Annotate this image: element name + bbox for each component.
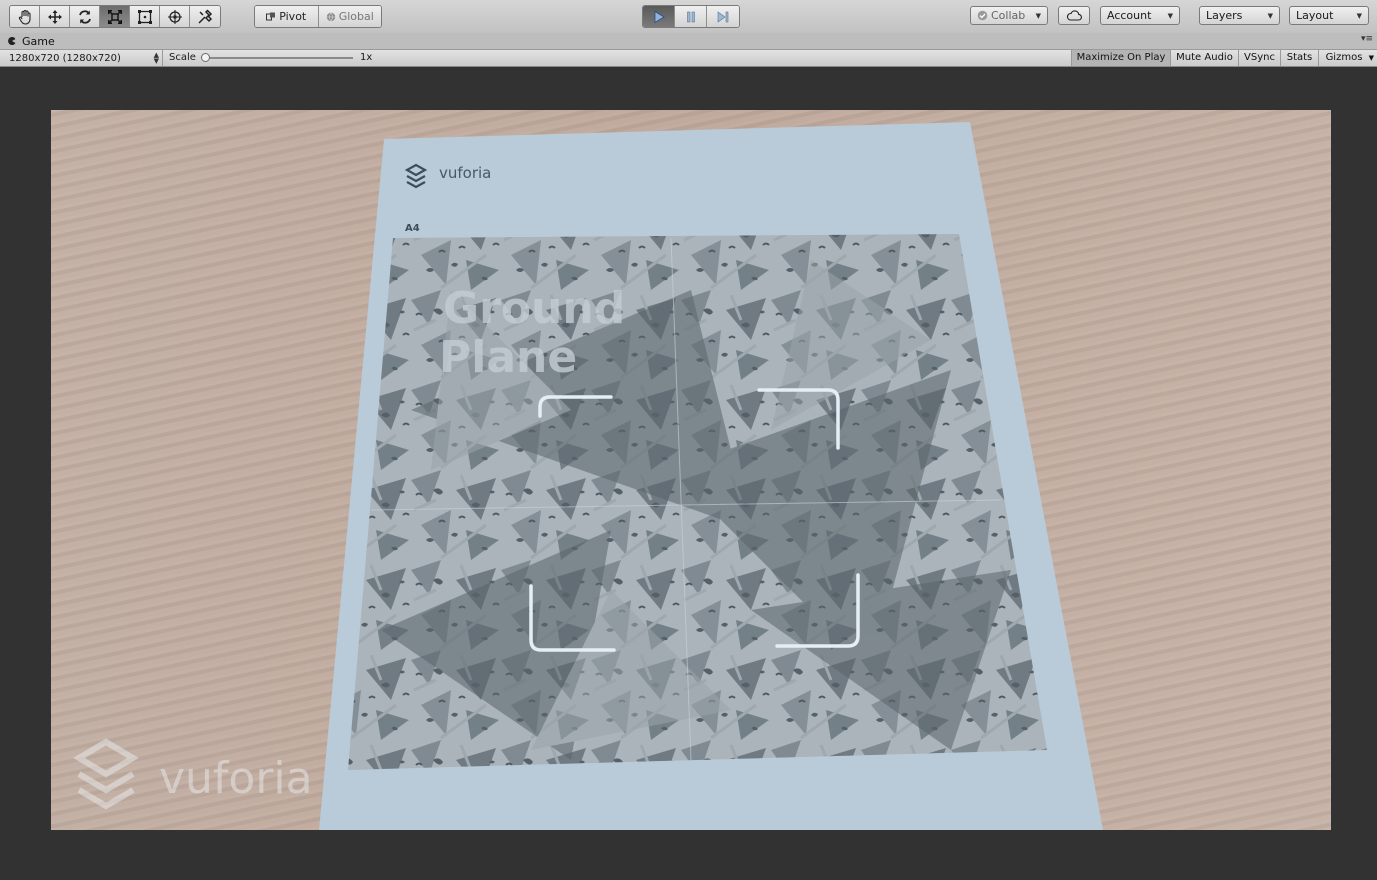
scale-label: Scale <box>169 52 196 63</box>
cloud-services-button[interactable] <box>1058 6 1090 25</box>
main-toolbar: Pivot Global Collab ▼ Account ▼ Layers ▼… <box>0 0 1377 34</box>
layers-label: Layers <box>1206 9 1243 22</box>
rect-transform-icon <box>137 9 152 24</box>
play-icon <box>654 10 665 23</box>
tab-options-menu-icon[interactable]: ▾≡ <box>1361 34 1373 44</box>
checkmark-circle-icon <box>977 10 988 21</box>
hand-icon <box>18 9 31 25</box>
collab-dropdown[interactable]: Collab ▼ <box>970 6 1048 25</box>
vsync-toggle[interactable]: VSync <box>1238 50 1280 66</box>
scale-slider-thumb[interactable] <box>201 53 210 62</box>
step-icon <box>717 10 729 23</box>
account-label: Account <box>1107 9 1152 22</box>
global-button[interactable]: Global <box>318 6 381 27</box>
play-controls-group <box>642 5 740 28</box>
rotate-tool-button[interactable] <box>70 6 100 27</box>
game-viewport: vuforia A4 Ground Plane vuforia <box>0 67 1377 880</box>
ar-camera-feed[interactable]: vuforia A4 Ground Plane vuforia <box>51 110 1331 830</box>
game-view-toolbar: 1280x720 (1280x720) ▲ ▼ Scale 1x Maximize… <box>0 50 1377 67</box>
pivot-label: Pivot <box>279 10 307 23</box>
tab-bar: Game ▾≡ <box>0 33 1377 50</box>
hand-tool-button[interactable] <box>10 6 40 27</box>
layers-dropdown[interactable]: Layers ▼ <box>1199 6 1280 25</box>
up-down-arrows-icon: ▲ ▼ <box>153 51 159 65</box>
scale-slider-track[interactable] <box>204 57 353 59</box>
rotate-icon <box>78 9 91 24</box>
globe-icon <box>326 12 335 21</box>
maximize-on-play-toggle[interactable]: Maximize On Play <box>1071 50 1170 66</box>
cloud-icon <box>1066 10 1082 21</box>
transform-tool-button[interactable] <box>160 6 190 27</box>
pivot-icon <box>266 12 276 20</box>
layout-label: Layout <box>1296 9 1334 22</box>
gizmos-label: Gizmos <box>1325 52 1363 63</box>
account-dropdown[interactable]: Account ▼ <box>1100 6 1180 25</box>
move-tool-button[interactable] <box>40 6 70 27</box>
vuforia-watermark: vuforia <box>73 738 313 810</box>
target-title-line2: Plane <box>439 332 577 383</box>
paper-size-label: A4 <box>405 223 420 234</box>
gizmos-dropdown[interactable]: Gizmos ▼ <box>1318 50 1377 66</box>
tab-game[interactable]: Game <box>0 33 61 49</box>
paper-logo-text: vuforia <box>439 164 491 182</box>
scale-value: 1x <box>360 52 373 63</box>
target-title-line1: Ground <box>443 283 625 334</box>
resolution-dropdown[interactable]: 1280x720 (1280x720) ▲ ▼ <box>0 50 163 66</box>
pivot-button[interactable]: Pivot <box>255 6 319 27</box>
pause-button[interactable] <box>675 6 707 27</box>
chevron-down-icon: ▼ <box>1035 11 1041 20</box>
scale-tool-button[interactable] <box>100 6 130 27</box>
ground-plane-target-image: Ground Plane <box>348 234 1047 770</box>
transform-gizmo-icon <box>167 9 182 24</box>
step-button[interactable] <box>707 6 739 27</box>
game-controller-icon <box>8 37 16 45</box>
chevron-down-icon: ▼ <box>1368 54 1374 62</box>
scale-icon <box>107 9 122 24</box>
collab-label: Collab <box>991 9 1026 22</box>
stats-toggle[interactable]: Stats <box>1280 50 1318 66</box>
layout-dropdown[interactable]: Layout ▼ <box>1289 6 1369 25</box>
pause-icon <box>686 11 695 22</box>
resolution-value: 1280x720 (1280x720) <box>9 52 121 64</box>
chevron-down-icon: ▼ <box>1267 11 1273 20</box>
move-arrows-icon <box>47 9 62 24</box>
chevron-down-icon: ▼ <box>1167 11 1173 20</box>
ar-scene: vuforia A4 Ground Plane vuforia <box>73 122 1103 830</box>
watermark-text: vuforia <box>159 753 313 804</box>
custom-tool-button[interactable] <box>190 6 220 27</box>
transform-tools-group <box>9 5 221 28</box>
play-button[interactable] <box>643 6 675 27</box>
pivot-toggle-group: Pivot Global <box>254 5 382 28</box>
rect-tool-button[interactable] <box>130 6 160 27</box>
mute-audio-toggle[interactable]: Mute Audio <box>1170 50 1238 66</box>
global-label: Global <box>338 10 374 23</box>
tab-game-label: Game <box>22 34 55 48</box>
chevron-down-icon: ▼ <box>1356 11 1362 20</box>
tools-icon <box>198 8 213 24</box>
